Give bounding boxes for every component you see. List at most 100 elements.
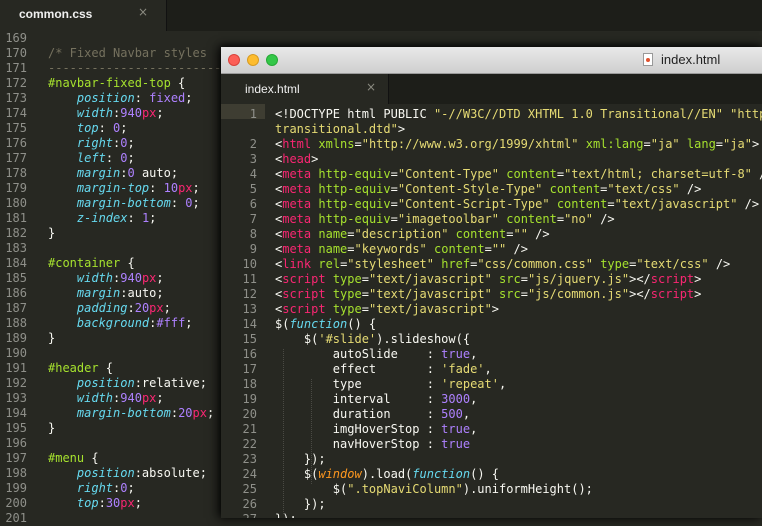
- code-token: #container: [48, 256, 121, 270]
- code-token: http-equiv: [318, 212, 391, 226]
- line-number: 176: [5, 136, 27, 150]
- code-token: 500: [441, 407, 463, 421]
- code-token: ;: [192, 196, 200, 210]
- line-number: [221, 122, 257, 137]
- window-title-bar[interactable]: index.html: [221, 47, 762, 74]
- code-token: 30: [105, 496, 121, 510]
- line-number: 171: [5, 61, 27, 75]
- code-token: "http://: [730, 107, 762, 121]
- code-token: type: [332, 272, 362, 286]
- close-tab-icon[interactable]: ×: [138, 5, 148, 19]
- minimize-window-button[interactable]: [247, 54, 259, 66]
- code-token: duration :: [275, 407, 442, 421]
- code-area[interactable]: <!DOCTYPE html PUBLIC "-//W3C//DTD XHTML…: [275, 107, 762, 518]
- code-token: ;: [206, 406, 215, 420]
- code-token: :: [105, 151, 121, 165]
- line-number-gutter: 169 170 171 172 173 174 175 176 177 178 179 180 181 1…: [0, 31, 38, 525]
- line-number: 23: [242, 452, 257, 466]
- line-number: 174: [5, 106, 27, 120]
- code-token: 0: [120, 151, 128, 165]
- line-number: 188: [5, 316, 27, 330]
- line-number: 19: [242, 392, 257, 406]
- code-token: />: [679, 182, 702, 196]
- code-token: }: [48, 331, 56, 345]
- code-token: :absolute;: [134, 466, 207, 480]
- code-token: right: [76, 481, 114, 495]
- code-token: ;: [120, 121, 128, 135]
- code-token: "description": [354, 227, 449, 241]
- code-token: '#slide': [318, 332, 377, 346]
- line-number: 17: [242, 362, 257, 376]
- line-number: 193: [5, 391, 27, 405]
- close-tab-icon[interactable]: ×: [366, 80, 376, 94]
- code-line: });: [275, 497, 762, 512]
- code-token: =: [643, 137, 651, 151]
- code-token: =: [361, 287, 369, 301]
- code-token: >: [491, 302, 500, 316]
- tab-index-html[interactable]: index.html ×: [221, 74, 389, 104]
- code-token: type: [332, 302, 362, 316]
- code-token: />: [592, 212, 615, 226]
- code-token: function: [289, 317, 348, 331]
- code-token: "stylesheet": [347, 257, 434, 271]
- code-token: px: [149, 301, 164, 315]
- code-line: <!DOCTYPE html PUBLIC "-//W3C//DTD XHTML…: [275, 107, 762, 122]
- code-token: name: [318, 242, 348, 256]
- code-token: {: [84, 451, 99, 465]
- zoom-window-button[interactable]: [266, 54, 278, 66]
- code-token: =: [520, 272, 528, 286]
- line-number: 194: [5, 406, 27, 420]
- code-token: right: [76, 136, 114, 150]
- code-token: script: [282, 272, 326, 286]
- code-token: head: [282, 152, 312, 166]
- code-token: >: [694, 272, 702, 286]
- code-token: $(: [275, 317, 290, 331]
- line-number: 12: [242, 287, 257, 301]
- line-number: 172: [5, 76, 27, 90]
- close-window-button[interactable]: [228, 54, 240, 66]
- editor-pane[interactable]: 1 2 3 4 5 6 7 8 9 10 11 12 13 14 15 16 17 18 19 20 21 22 23 24 2…: [221, 104, 762, 518]
- line-number: 183: [5, 241, 27, 255]
- code-token: :: [134, 91, 150, 105]
- code-token: ;: [149, 211, 157, 225]
- code-token: $(: [275, 482, 348, 496]
- code-token: ;: [192, 181, 200, 195]
- code-token: />: [708, 257, 731, 271]
- code-token: "Content-Style-Type": [397, 182, 543, 196]
- code-token: meta: [282, 242, 312, 256]
- code-token: name: [318, 227, 348, 241]
- code-token: px: [141, 391, 157, 405]
- code-token: "": [513, 227, 528, 241]
- code-token: "no": [564, 212, 593, 226]
- code-token: width: [76, 271, 114, 285]
- code-token: imgHoverStop :: [275, 422, 442, 436]
- code-token: ,: [470, 347, 478, 361]
- line-number: 6: [249, 197, 257, 211]
- code-token: :relative;: [134, 376, 207, 390]
- code-token: content: [506, 212, 557, 226]
- line-number: 26: [242, 497, 257, 511]
- line-number: 200: [5, 496, 27, 510]
- code-token: "keywords": [354, 242, 427, 256]
- line-number: 14: [242, 317, 257, 331]
- code-token: auto;: [134, 166, 179, 180]
- code-token: ;: [163, 301, 171, 315]
- code-token: position: [76, 466, 135, 480]
- code-token: "text/javascript": [368, 272, 492, 286]
- line-number: 178: [5, 166, 27, 180]
- code-token: />: [506, 242, 528, 256]
- tab-common-css[interactable]: common.css ×: [0, 0, 167, 31]
- line-number: 5: [249, 182, 257, 196]
- code-token: content: [506, 167, 557, 181]
- code-token: :: [127, 211, 142, 225]
